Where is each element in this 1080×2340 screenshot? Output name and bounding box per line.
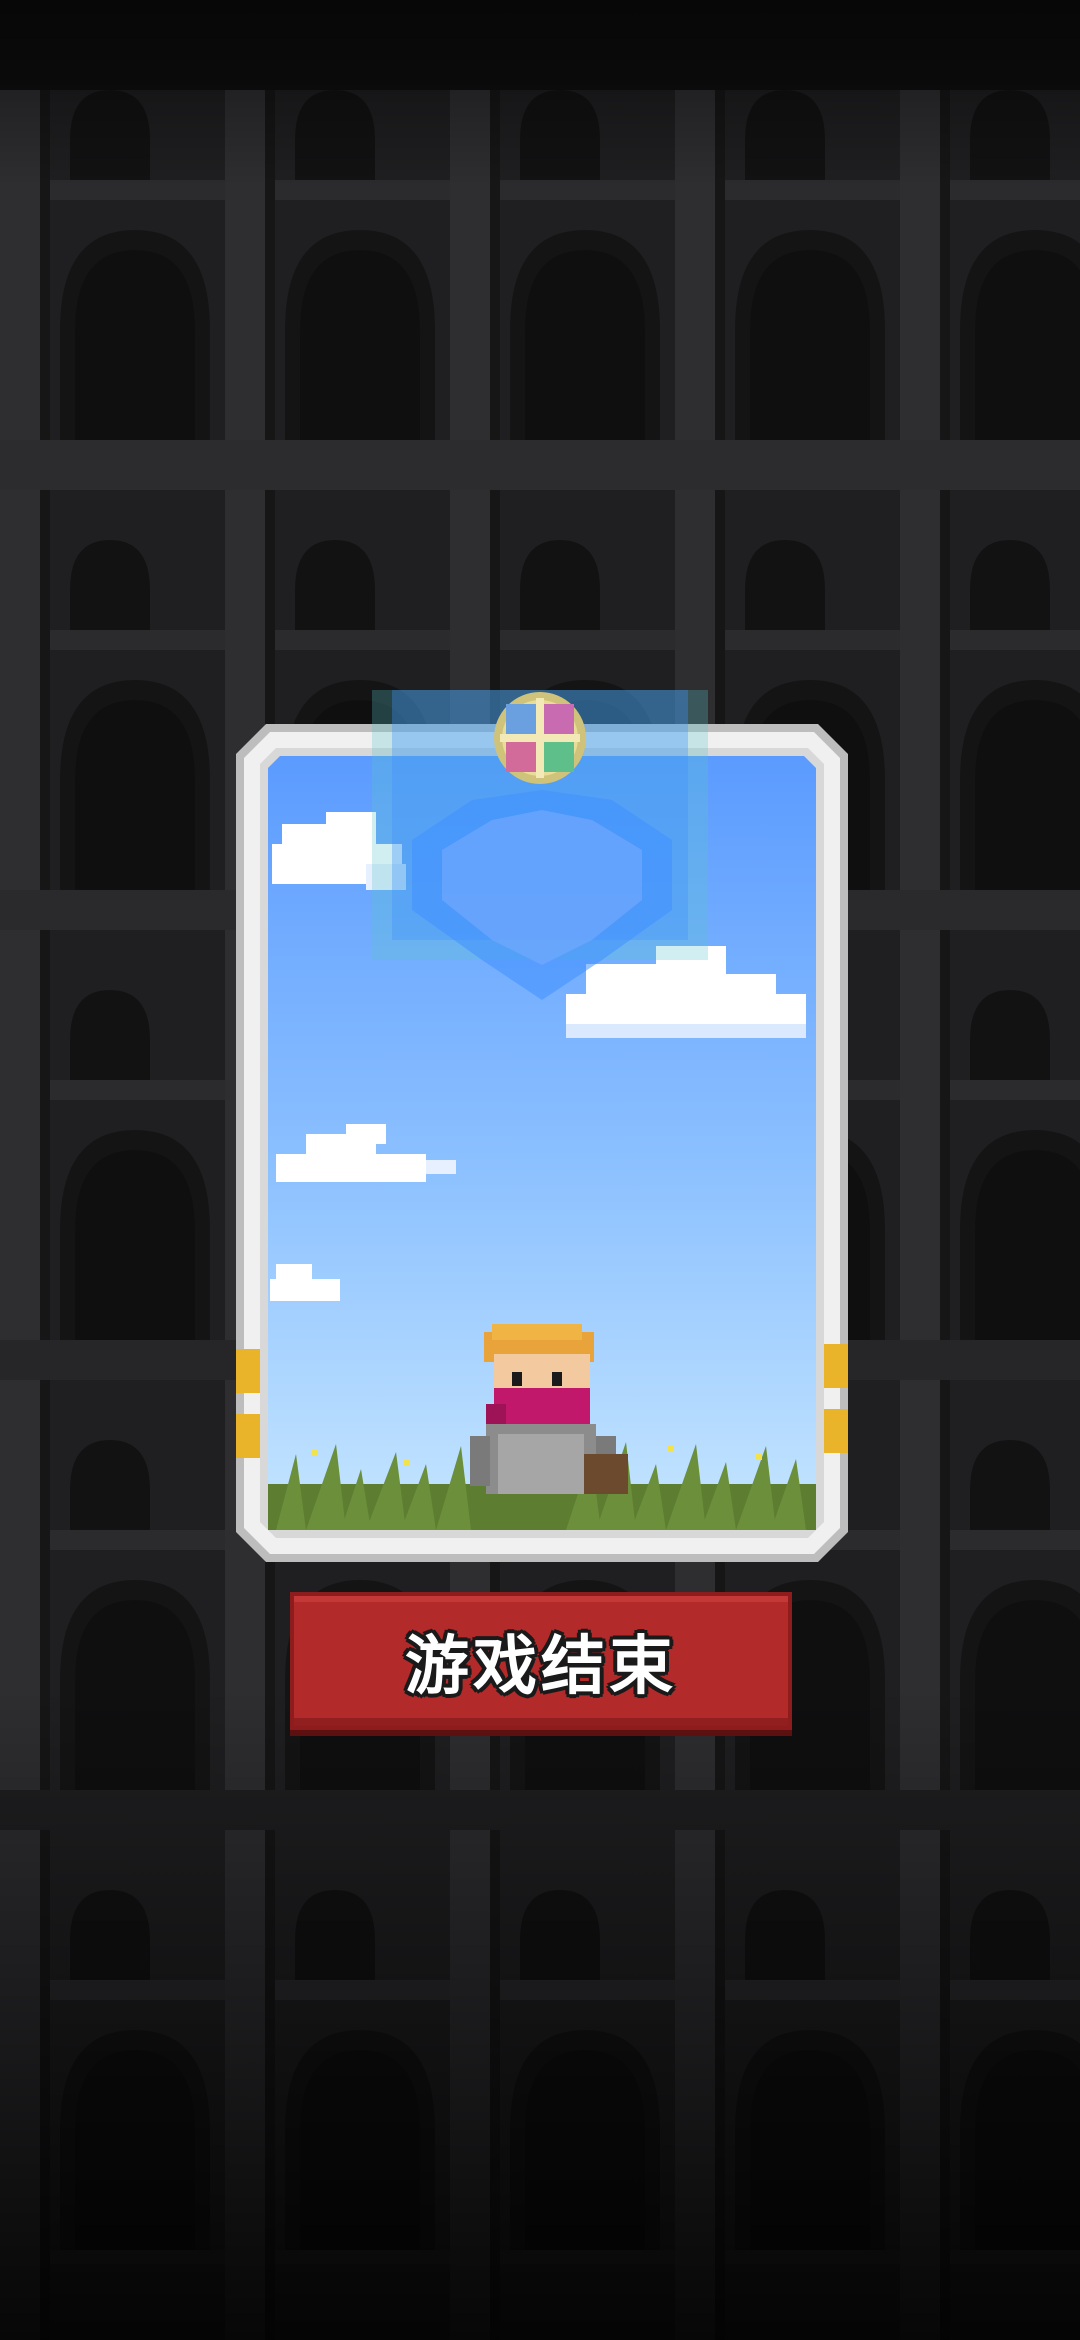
- game-over-button[interactable]: 游戏结束: [290, 1592, 792, 1730]
- compass-emblem-icon: [494, 692, 586, 784]
- game-over-label: 游戏结束: [405, 1630, 677, 1704]
- game-screen: 游戏结束: [0, 0, 1080, 2340]
